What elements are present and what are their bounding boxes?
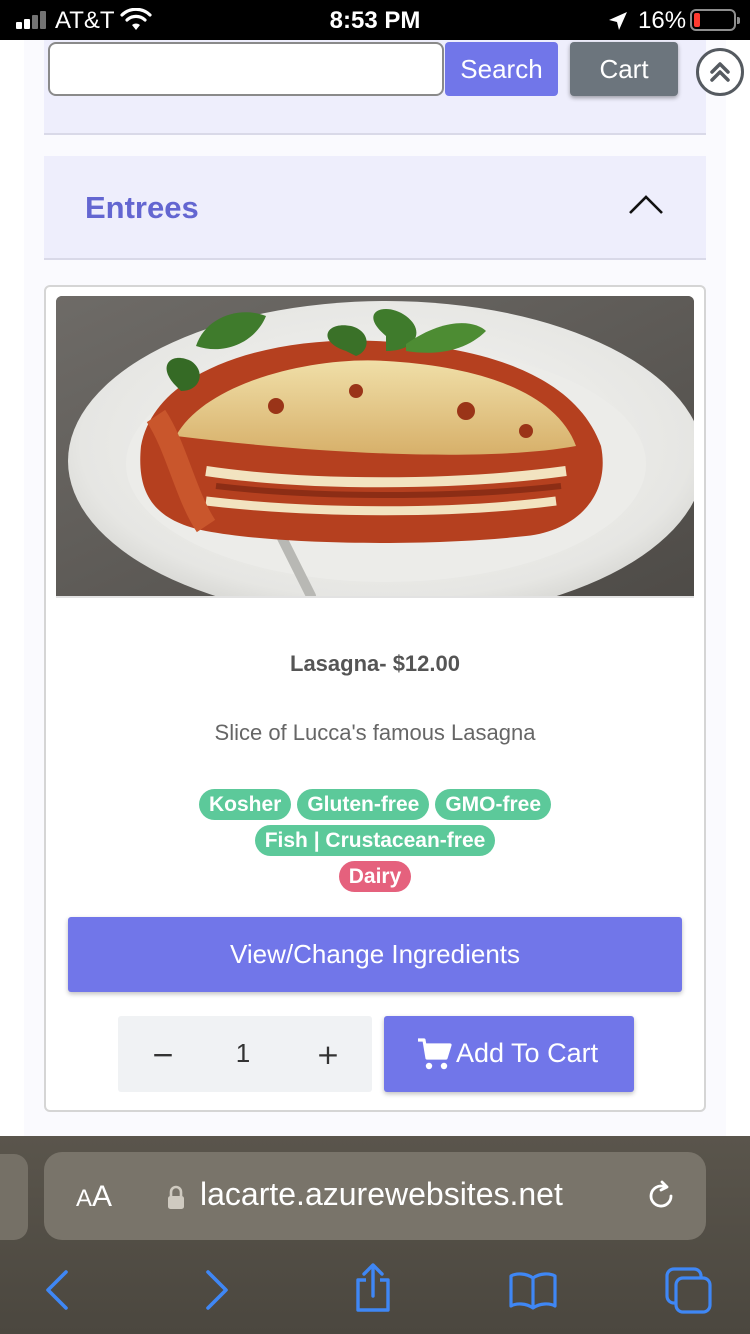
tabs-button[interactable] <box>664 1266 714 1317</box>
page-container: Search Cart Entrees Lasagna- $12.00 Slic… <box>24 40 726 1136</box>
share-button[interactable] <box>352 1262 394 1317</box>
dish-description: Slice of Lucca's famous Lasagna <box>214 720 536 745</box>
dietary-tags: Kosher Gluten-free GMO-free Fish | Crustac… <box>76 789 674 897</box>
back-icon <box>46 1270 68 1310</box>
tag-fish-crustacean-free: Fish | Crustacean-free <box>254 825 496 856</box>
tag-gmo-free: GMO-free <box>435 789 552 820</box>
text-size-button[interactable]: AA <box>76 1180 112 1214</box>
quantity-stepper: − 1 + <box>118 1016 372 1092</box>
view-change-ingredients-button[interactable]: View/Change Ingredients <box>68 917 682 992</box>
tag-gluten-free: Gluten-free <box>297 789 430 820</box>
previous-tab-preview[interactable] <box>0 1154 28 1240</box>
tag-kosher: Kosher <box>198 789 292 820</box>
tag-dairy: Dairy <box>338 861 412 892</box>
decrease-quantity-button[interactable]: − <box>128 1016 198 1092</box>
bookmarks-icon <box>509 1272 557 1310</box>
lock-icon <box>168 1185 184 1209</box>
location-icon <box>609 12 627 30</box>
double-chevron-up-icon <box>710 62 730 82</box>
add-to-cart-button[interactable]: Add To Cart <box>384 1016 634 1092</box>
address-bar[interactable]: AA lacarte.azurewebsites.net <box>44 1152 706 1240</box>
web-page: Search Cart Entrees Lasagna- $12.00 Slic… <box>0 40 750 1136</box>
reload-icon[interactable] <box>644 1179 678 1213</box>
menu-item-card: Lasagna- $12.00 Slice of Lucca's famous … <box>44 285 706 1112</box>
tabs-icon <box>665 1267 712 1314</box>
add-to-cart-label: Add To Cart <box>456 1038 599 1068</box>
chevron-up-icon <box>629 195 663 214</box>
category-accordion-header[interactable]: Entrees <box>44 156 706 260</box>
search-input[interactable] <box>48 42 444 96</box>
cart-button[interactable]: Cart <box>570 42 678 96</box>
battery-level <box>694 13 700 27</box>
share-icon <box>356 1263 390 1312</box>
dish-title: Lasagna- $12.00 <box>290 651 460 676</box>
scroll-to-top-button[interactable] <box>696 48 744 96</box>
search-button[interactable]: Search <box>445 42 558 96</box>
status-bar: AT&T 8:53 PM 16% <box>0 0 750 40</box>
battery-icon <box>690 9 740 31</box>
quantity-value: 1 <box>235 1038 251 1068</box>
forward-icon <box>206 1270 228 1310</box>
search-panel: Search Cart <box>44 40 706 135</box>
increase-quantity-button[interactable]: + <box>293 1016 363 1092</box>
cart-icon <box>418 1038 452 1070</box>
bookmarks-button[interactable] <box>508 1270 558 1313</box>
battery-percent: 16% <box>638 7 687 34</box>
back-button[interactable] <box>42 1268 72 1315</box>
dish-image <box>56 296 694 598</box>
browser-toolbar: AA lacarte.azurewebsites.net <box>0 1136 750 1334</box>
forward-button[interactable] <box>202 1268 232 1315</box>
category-title: Entrees <box>85 190 199 225</box>
url-text: lacarte.azurewebsites.net <box>200 1176 563 1212</box>
